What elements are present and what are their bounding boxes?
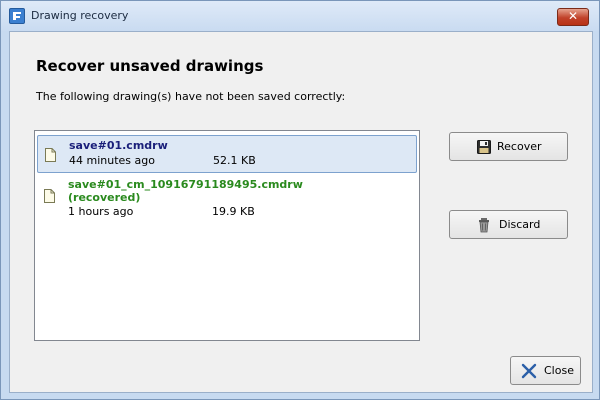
document-icon	[45, 148, 56, 162]
recover-button[interactable]: Recover	[449, 132, 568, 161]
close-x-icon	[521, 363, 537, 379]
file-name-text: save#01_cm_10916791189495.cmdrw	[68, 178, 303, 191]
drawing-recovery-window: Drawing recovery ✕ Recover unsaved drawi…	[0, 0, 600, 400]
close-button-label: Close	[544, 364, 574, 377]
dialog-description: The following drawing(s) have not been s…	[36, 90, 346, 103]
close-button[interactable]: Close	[510, 356, 581, 385]
recovered-status: (recovered)	[68, 191, 141, 204]
window-close-button[interactable]: ✕	[557, 8, 589, 26]
floppy-disk-icon	[477, 140, 491, 154]
document-icon	[44, 189, 55, 203]
file-age: 44 minutes ago	[69, 154, 155, 167]
title-bar[interactable]: Drawing recovery ✕	[1, 1, 599, 31]
trash-can-icon	[479, 218, 489, 233]
list-item-drawing[interactable]: save#01_cm_10916791189495.cmdrw (recover…	[37, 175, 417, 223]
file-age: 1 hours ago	[68, 205, 134, 218]
drawing-app-icon	[9, 8, 25, 24]
file-size: 52.1 KB	[213, 154, 256, 167]
window-title: Drawing recovery	[31, 9, 129, 22]
file-name: save#01.cmdrw	[69, 139, 168, 152]
dialog-body: Recover unsaved drawings The following d…	[9, 31, 593, 393]
recover-button-label: Recover	[497, 140, 542, 153]
close-icon: ✕	[567, 9, 579, 23]
list-item-drawing[interactable]: save#01.cmdrw 44 minutes ago 52.1 KB	[37, 135, 417, 173]
discard-button-label: Discard	[499, 218, 541, 231]
dialog-heading: Recover unsaved drawings	[36, 57, 264, 75]
discard-button[interactable]: Discard	[449, 210, 568, 239]
file-name: save#01_cm_10916791189495.cmdrw (recover…	[68, 178, 303, 204]
drawings-list[interactable]: save#01.cmdrw 44 minutes ago 52.1 KB sav…	[34, 130, 420, 341]
file-size: 19.9 KB	[212, 205, 255, 218]
